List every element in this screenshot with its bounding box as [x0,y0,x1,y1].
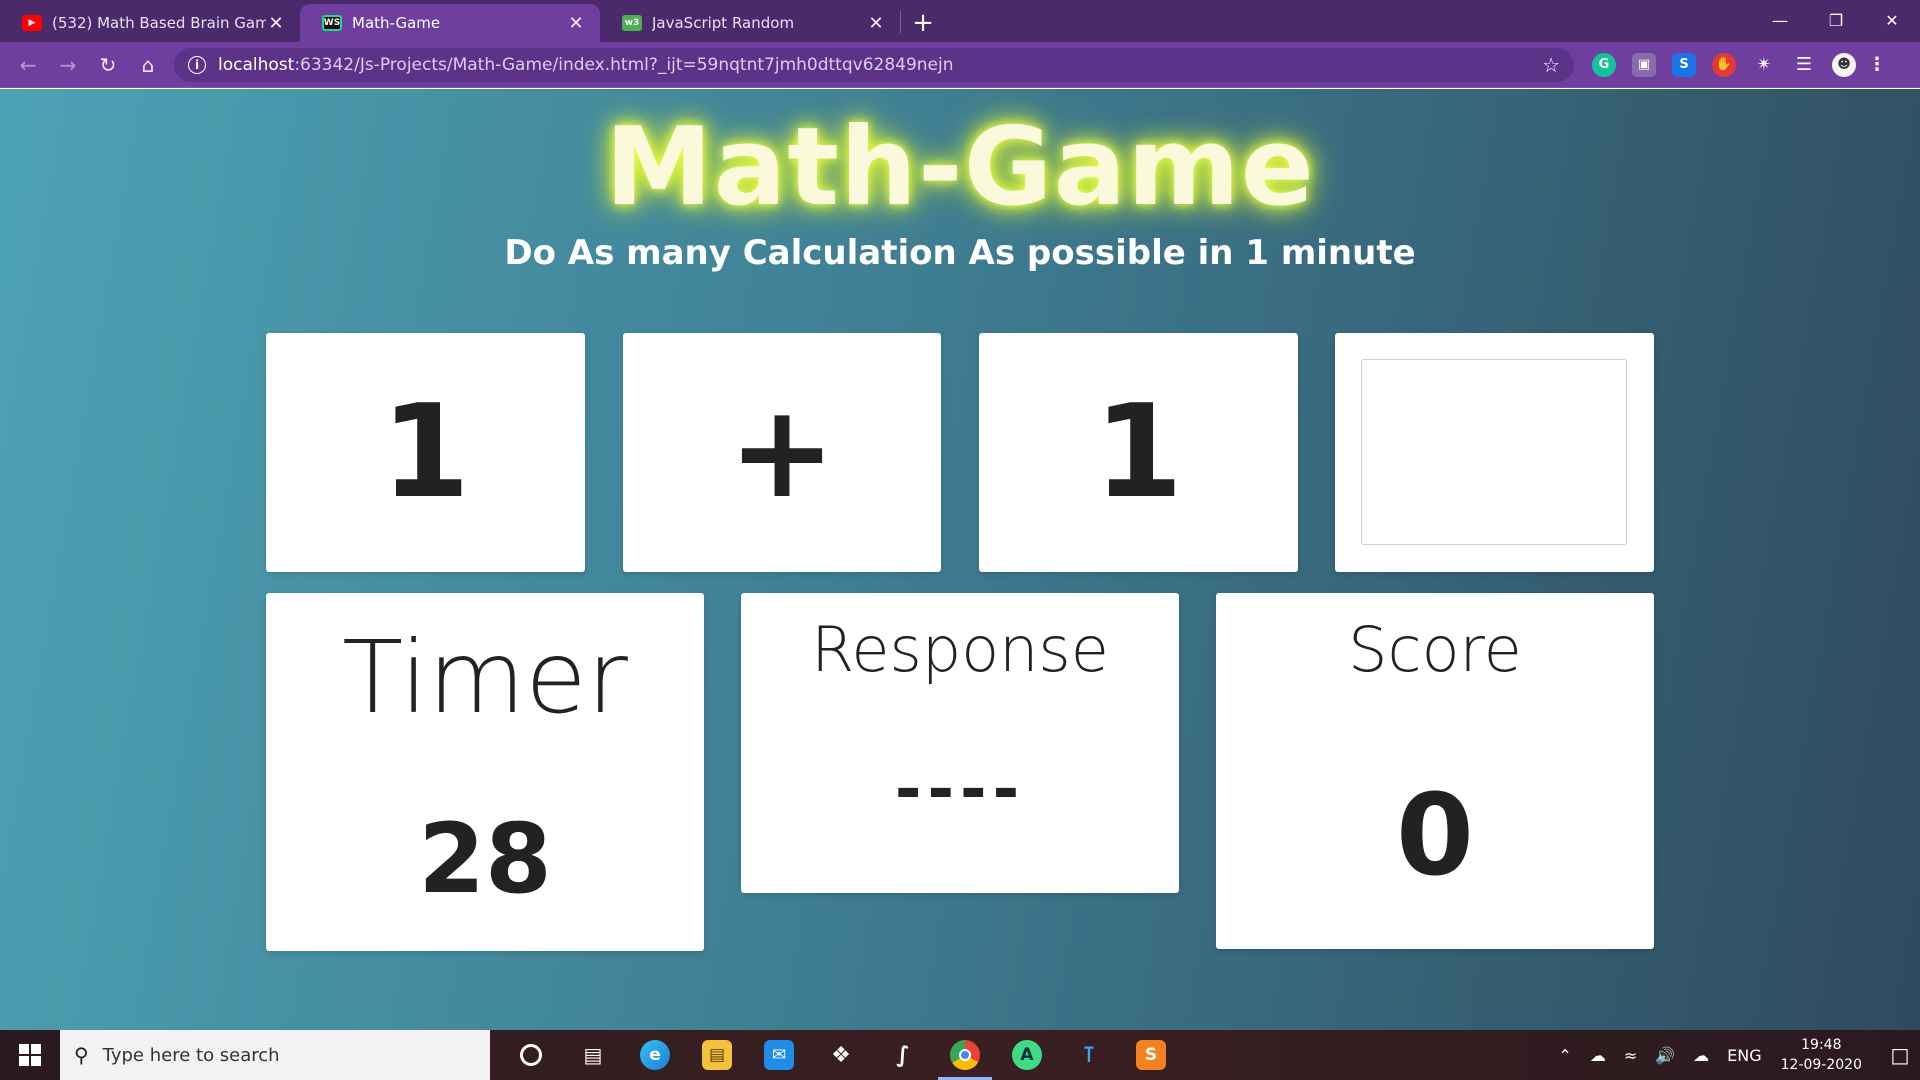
menu-icon[interactable]: ⋮ [1868,53,1886,77]
browser-toolbar: ← → ↻ ⌂ i localhost:63342/Js-Projects/Ma… [0,42,1920,88]
media-control-icon[interactable]: ☰ [1792,53,1816,77]
reload-icon[interactable]: ↻ [88,47,128,83]
start-button[interactable] [0,1030,60,1080]
score-card: Score 0 [1216,593,1654,949]
timer-label: Timer [342,619,628,736]
response-label: Response [811,613,1109,686]
address-bar[interactable]: i localhost:63342/Js-Projects/Math-Game/… [174,47,1574,82]
wifi-icon[interactable]: ≈ [1624,1046,1637,1065]
language-indicator[interactable]: ENG [1727,1046,1761,1065]
score-value: 0 [1396,771,1474,901]
windows-taskbar: ⚲ Type here to search ▤ e ▤ ✉ ❖ ∫ A ⊺ S … [0,1030,1920,1080]
app-s-icon[interactable]: ∫ [872,1030,934,1080]
volume-icon[interactable]: 🔊 [1655,1046,1675,1065]
chevron-up-icon[interactable]: ⌃ [1558,1046,1571,1065]
webstorm-icon: WS [322,15,342,31]
tab-title: JavaScript Random [652,14,795,32]
tab-title: Math-Game [352,14,441,32]
close-icon[interactable]: ✕ [866,13,886,34]
window-controls: — ❐ ✕ [1752,0,1920,40]
file-explorer-icon[interactable]: ▤ [686,1030,748,1080]
tab-math-game[interactable]: WS Math-Game ✕ [300,4,600,42]
response-value: ---- [894,753,1026,827]
score-label: Score [1348,613,1522,686]
task-view-icon[interactable]: ▤ [562,1030,624,1080]
search-placeholder: Type here to search [102,1044,280,1066]
edge-icon[interactable]: e [624,1030,686,1080]
tab-youtube[interactable]: ▶ (532) Math Based Brain Game usi ✕ [0,4,300,42]
operand1-card: 1 [266,333,585,572]
operator-value: + [728,378,836,527]
taskbar-search[interactable]: ⚲ Type here to search [60,1030,490,1080]
operand1-value: 1 [380,378,471,527]
close-icon[interactable]: ✕ [566,13,586,34]
site-info-icon[interactable]: i [188,55,206,74]
extension-icons: G ▣ S ✋ ✴ ☰ ☻ ⋮ [1584,52,1890,77]
cloud-upload-icon[interactable]: ☁ [1693,1046,1709,1065]
profile-avatar[interactable]: ☻ [1832,52,1856,77]
clock[interactable]: 19:48 12-09-2020 [1781,1035,1862,1075]
youtube-icon: ▶ [22,15,42,31]
clock-time: 19:48 [1801,1037,1842,1053]
operand2-card: 1 [979,333,1298,572]
timer-value: 28 [418,803,552,915]
timer-card: Timer 28 [266,593,704,951]
restore-icon[interactable]: ❐ [1808,0,1864,40]
back-icon[interactable]: ← [8,47,48,83]
notification-icon[interactable]: □ [1880,1043,1920,1067]
page-subtitle: Do As many Calculation As possible in 1 … [504,233,1416,273]
s-extension-icon[interactable]: S [1672,52,1696,77]
operand2-value: 1 [1093,378,1184,527]
onedrive-icon[interactable]: ☁ [1590,1046,1606,1065]
dropbox-icon[interactable]: ❖ [810,1030,872,1080]
mail-icon[interactable]: ✉ [748,1030,810,1080]
forward-icon[interactable]: → [48,47,88,83]
cast-icon[interactable]: ▣ [1632,52,1656,77]
chrome-icon[interactable] [934,1030,996,1080]
window-close-icon[interactable]: ✕ [1864,0,1920,40]
tab-javascript-random[interactable]: w3 JavaScript Random ✕ [600,4,900,42]
adblock-icon[interactable]: ✋ [1712,52,1736,77]
system-tray: ⌃ ☁ ≈ 🔊 ☁ ENG 19:48 12-09-2020 □ [1549,1030,1920,1080]
answer-card [1335,333,1654,572]
sublime-icon[interactable]: S [1120,1030,1182,1080]
url-text[interactable]: localhost:63342/Js-Projects/Math-Game/in… [218,55,1542,75]
page-title: Math-Game [605,105,1315,230]
clock-date: 12-09-2020 [1780,1057,1862,1073]
answer-input[interactable] [1361,359,1627,545]
puzzle-icon[interactable]: ✴ [1752,53,1776,77]
page-content: Math-Game Do As many Calculation As poss… [0,89,1920,1030]
browser-tab-bar: ▶ (532) Math Based Brain Game usi ✕ WS M… [0,0,1920,42]
close-icon[interactable]: ✕ [266,13,286,34]
bookmark-star-icon[interactable]: ☆ [1542,53,1560,77]
w3schools-icon: w3 [622,15,642,31]
android-studio-icon[interactable]: A [996,1030,1058,1080]
search-icon: ⚲ [74,1043,89,1067]
minimize-icon[interactable]: — [1752,0,1808,40]
response-card: Response ---- [741,593,1179,893]
windows-logo-icon [19,1044,41,1066]
home-icon[interactable]: ⌂ [128,47,168,83]
new-tab-button[interactable]: + [901,4,945,42]
tab-title: (532) Math Based Brain Game usi [52,14,266,32]
vscode-icon[interactable]: ⊺ [1058,1030,1120,1080]
cortana-icon[interactable] [500,1030,562,1080]
taskbar-apps: ▤ e ▤ ✉ ❖ ∫ A ⊺ S [500,1030,1182,1080]
operator-card: + [623,333,941,572]
grammarly-icon[interactable]: G [1592,52,1616,77]
